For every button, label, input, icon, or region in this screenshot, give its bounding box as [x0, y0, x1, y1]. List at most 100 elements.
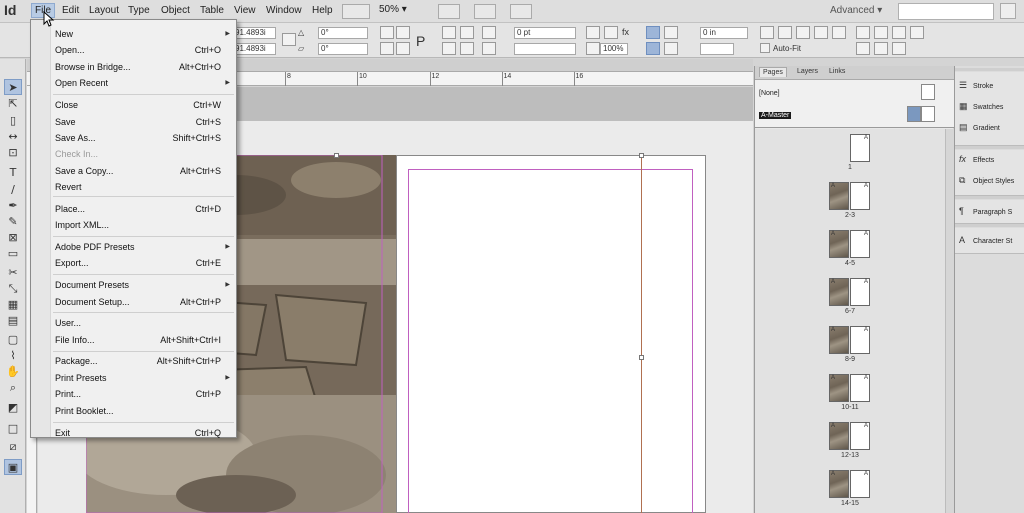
opacity-field[interactable]: 100%	[600, 43, 628, 55]
align-left-edges-icon[interactable]	[856, 26, 870, 39]
file-menu-item[interactable]: Document Setup...	[55, 297, 130, 307]
center-content-icon[interactable]	[796, 26, 810, 39]
dock-stroke[interactable]: ☰ Stroke	[959, 80, 993, 91]
effects-fx-icon[interactable]: fx	[622, 27, 629, 37]
file-menu-item[interactable]: Package...	[55, 356, 98, 366]
dock-object-styles[interactable]: ⧉ Object Styles	[959, 175, 1014, 186]
stroke-weight-field[interactable]: 0 pt	[514, 27, 576, 39]
gap-field[interactable]: 0 in	[700, 27, 748, 39]
shear-angle-field[interactable]: 0°	[318, 43, 368, 55]
tab-layers[interactable]: Layers	[797, 68, 818, 75]
dock-paragraph-styles[interactable]: ¶ Paragraph S	[959, 206, 1012, 216]
selection-tool-icon[interactable]: ➤	[4, 79, 22, 95]
menu-window[interactable]: Window	[266, 5, 302, 16]
frame-handle-middle[interactable]	[639, 355, 644, 360]
gap-tool-icon[interactable]: ↔	[4, 129, 22, 145]
direct-selection-tool-icon[interactable]: ⇱	[4, 96, 22, 112]
file-menu-item[interactable]: Print Booklet...	[55, 406, 114, 416]
dock-grip-4[interactable]	[955, 224, 1024, 227]
file-menu-item[interactable]: User...	[55, 318, 81, 328]
file-menu-item[interactable]: Document Presets	[55, 280, 129, 290]
master-a-thumbnail[interactable]	[907, 106, 921, 122]
tab-links[interactable]: Links	[829, 68, 845, 75]
minimize-icon[interactable]	[1000, 3, 1016, 19]
pages-scrollbar[interactable]	[945, 129, 954, 513]
select-next-icon[interactable]	[460, 42, 474, 55]
text-wrap-shape-icon[interactable]	[646, 42, 660, 55]
page-tool-icon[interactable]: ▯	[4, 113, 22, 129]
type-tool-icon[interactable]: T	[4, 165, 22, 181]
file-menu-item[interactable]: Browse in Bridge...	[55, 62, 131, 72]
file-menu-item[interactable]: Open Recent	[55, 78, 108, 88]
menu-type[interactable]: Type	[128, 5, 150, 16]
help-search-input[interactable]	[898, 3, 994, 20]
fit-frame-content-icon[interactable]	[778, 26, 792, 39]
zoom-level-select[interactable]: 50% ▾	[379, 4, 425, 19]
dock-swatches[interactable]: ▦ Swatches	[959, 101, 1003, 112]
screen-mode-icon[interactable]	[474, 4, 496, 19]
corner-options-icon[interactable]	[604, 26, 618, 39]
drop-shadow-icon[interactable]	[586, 26, 600, 39]
flip-vertical-icon[interactable]	[396, 42, 410, 55]
y-position-field[interactable]: 91.4893i	[232, 43, 276, 55]
file-menu-item[interactable]: Import XML...	[55, 220, 109, 230]
zoom-tool-icon[interactable]: ⌕	[4, 380, 22, 396]
dock-grip[interactable]	[955, 68, 1024, 71]
menu-help[interactable]: Help	[312, 5, 333, 16]
file-menu-item[interactable]: Exit	[55, 428, 70, 438]
auto-fit-checkbox[interactable]	[760, 43, 770, 53]
note-tool-icon[interactable]: ▢	[4, 332, 22, 348]
menu-object[interactable]: Object	[161, 5, 190, 16]
master-a-thumbnail-right[interactable]	[921, 106, 935, 122]
hand-tool-icon[interactable]: ✋	[4, 364, 22, 380]
fill-stroke-icon[interactable]: ◩	[4, 400, 22, 416]
file-menu-item[interactable]: Close	[55, 100, 78, 110]
pencil-tool-icon[interactable]: ✎	[4, 214, 22, 230]
rectangle-tool-icon[interactable]: ▭	[4, 246, 22, 262]
apply-none-icon[interactable]: ⧄	[4, 439, 22, 455]
file-menu-item[interactable]: Save As...	[55, 133, 96, 143]
align-top-edges-icon[interactable]	[856, 42, 870, 55]
dock-grip-2[interactable]	[955, 146, 1024, 149]
frame-handle-top-left[interactable]	[334, 153, 339, 158]
text-wrap-jump-icon[interactable]	[664, 42, 678, 55]
gradient-swatch-tool-icon[interactable]: ▦	[4, 297, 22, 313]
text-wrap-none-icon[interactable]	[646, 26, 660, 39]
file-menu-item[interactable]: Place...	[55, 204, 85, 214]
bridge-icon[interactable]	[342, 4, 370, 19]
corner-shape-select[interactable]	[700, 43, 734, 55]
dock-gradient[interactable]: ▤ Gradient	[959, 122, 1000, 133]
menu-layout[interactable]: Layout	[89, 5, 119, 16]
formatting-affects-icon[interactable]: □	[4, 421, 22, 437]
file-menu-item[interactable]: Open...	[55, 45, 85, 55]
file-menu-item[interactable]: Adobe PDF Presets	[55, 242, 135, 252]
align-vertical-centers-icon[interactable]	[874, 42, 888, 55]
x-position-field[interactable]: 91.4893i	[232, 27, 276, 39]
workspace-switcher[interactable]: Advanced ▾	[830, 5, 882, 16]
menu-table[interactable]: Table	[200, 5, 224, 16]
select-content-icon[interactable]	[460, 26, 474, 39]
stroke-swatch-icon[interactable]	[482, 42, 496, 55]
fill-frame-proportionally-icon[interactable]	[814, 26, 828, 39]
dock-character-styles[interactable]: A Character St	[959, 235, 1012, 245]
file-menu-item[interactable]: Save a Copy...	[55, 166, 113, 176]
select-container-icon[interactable]	[442, 26, 456, 39]
file-menu-item[interactable]: Print...	[55, 389, 81, 399]
file-menu-item[interactable]: New	[55, 29, 73, 39]
menu-view[interactable]: View	[234, 5, 256, 16]
menu-edit[interactable]: Edit	[62, 5, 79, 16]
line-tool-icon[interactable]: ∕	[4, 182, 22, 198]
master-none-thumbnail[interactable]	[921, 84, 935, 100]
align-centers-icon[interactable]	[874, 26, 888, 39]
rotation-angle-field[interactable]: 0°	[318, 27, 368, 39]
fill-swatch-icon[interactable]	[482, 26, 496, 39]
content-collector-icon[interactable]: ⊡	[4, 145, 22, 161]
gradient-feather-tool-icon[interactable]: ▤	[4, 313, 22, 329]
scissors-tool-icon[interactable]: ✂	[4, 265, 22, 281]
stroke-type-field[interactable]	[514, 43, 576, 55]
tab-pages[interactable]: Pages	[759, 67, 787, 77]
file-menu-item[interactable]: Export...	[55, 258, 89, 268]
select-previous-icon[interactable]	[442, 42, 456, 55]
view-options-icon[interactable]	[438, 4, 460, 19]
frame-handle-top[interactable]	[639, 153, 644, 158]
